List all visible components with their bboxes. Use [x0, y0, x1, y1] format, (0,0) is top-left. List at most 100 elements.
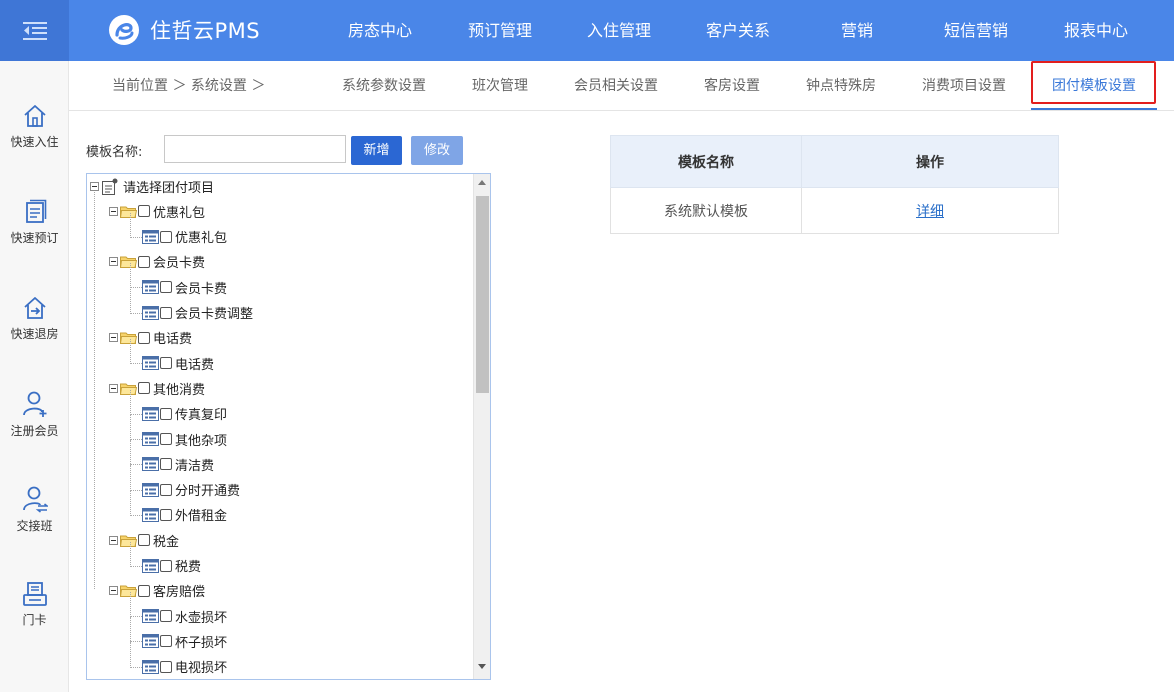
- tree-connector-line: [130, 464, 142, 466]
- add-button[interactable]: 新增: [351, 136, 402, 165]
- tree-item-label[interactable]: 会员卡费: [175, 278, 227, 297]
- tree-checkbox[interactable]: [138, 382, 150, 395]
- tree-leaf-item[interactable]: 其他杂项: [142, 429, 227, 449]
- nav-reports[interactable]: 报表中心: [1064, 0, 1128, 61]
- tree-leaf-item[interactable]: 传真复印: [142, 404, 227, 424]
- tree-group-item[interactable]: 电话费: [109, 328, 192, 348]
- tree-leaf-item[interactable]: 税费: [142, 556, 201, 576]
- tree-checkbox[interactable]: [138, 584, 150, 597]
- tree-checkbox[interactable]: [160, 433, 172, 445]
- tree-checkbox[interactable]: [160, 458, 172, 471]
- tree-item-label[interactable]: 优惠礼包: [153, 202, 205, 221]
- tree-item-label[interactable]: 其他消费: [153, 379, 205, 398]
- tree-leaf-item[interactable]: 优惠礼包: [142, 227, 227, 247]
- edit-button[interactable]: 修改: [411, 136, 463, 165]
- tree-group-item[interactable]: 税金: [109, 530, 179, 550]
- sidebar-item-shift-handover[interactable]: 交接班: [0, 485, 69, 565]
- tree-item-label[interactable]: 客房赔偿: [153, 581, 205, 600]
- collapse-toggle-icon[interactable]: [109, 383, 118, 393]
- tree-item-label[interactable]: 清洁费: [175, 455, 214, 474]
- tree-item-label[interactable]: 电话费: [153, 328, 192, 347]
- tree-connector-line: [130, 489, 142, 491]
- collapse-toggle-icon[interactable]: [109, 535, 118, 545]
- sidebar-item-quick-checkout[interactable]: 快速退房: [0, 295, 69, 375]
- collapse-toggle-icon[interactable]: [109, 257, 118, 267]
- tree-leaf-item[interactable]: 杯子损坏: [142, 631, 227, 651]
- tree-checkbox[interactable]: [160, 559, 172, 572]
- tree-item-label[interactable]: 优惠礼包: [175, 227, 227, 246]
- tree-leaf-item[interactable]: 清洁费: [142, 454, 214, 474]
- tree-item-label[interactable]: 其他杂项: [175, 430, 227, 449]
- tab-member-settings[interactable]: 会员相关设置: [574, 61, 658, 111]
- tree-item-label[interactable]: 会员卡费: [153, 252, 205, 271]
- tree-item-label[interactable]: 税费: [175, 556, 201, 575]
- nav-customer[interactable]: 客户关系: [706, 0, 770, 61]
- sidebar-item-label: 快速预订: [10, 231, 59, 245]
- tree-item-label[interactable]: 电视损坏: [175, 657, 227, 676]
- tree-item-label[interactable]: 外借租金: [175, 505, 227, 524]
- collapse-toggle-icon[interactable]: [90, 181, 99, 191]
- user-swap-icon: [22, 486, 48, 513]
- tree-group-item[interactable]: 优惠礼包: [109, 201, 205, 221]
- sidebar-item-register-member[interactable]: 注册会员: [0, 390, 69, 470]
- tree-group-item[interactable]: 客房赔偿: [109, 581, 205, 601]
- tree-checkbox[interactable]: [160, 407, 172, 420]
- tree-checkbox[interactable]: [160, 660, 172, 673]
- tab-shift-management[interactable]: 班次管理: [472, 61, 528, 111]
- tree-leaf-item[interactable]: 会员卡费: [142, 277, 227, 297]
- tree-checkbox[interactable]: [160, 483, 172, 496]
- tree-item-label[interactable]: 分时开通费: [175, 480, 240, 499]
- tree-checkbox[interactable]: [160, 357, 172, 370]
- scroll-thumb[interactable]: [476, 196, 489, 393]
- nav-sms-marketing[interactable]: 短信营销: [944, 0, 1008, 61]
- tree-leaf-item[interactable]: 水壶损坏: [142, 606, 227, 626]
- tab-room-settings[interactable]: 客房设置: [704, 61, 760, 111]
- tree-group-item[interactable]: 其他消费: [109, 378, 205, 398]
- breadcrumb: 当前位置 ＞ 系统设置 ＞: [112, 78, 266, 94]
- tree-leaf-item[interactable]: 会员卡费调整: [142, 303, 253, 323]
- tree-item-label[interactable]: 传真复印: [175, 404, 227, 423]
- tree-group-item[interactable]: 会员卡费: [109, 252, 205, 272]
- tree-item-label[interactable]: 请选择团付项目: [123, 177, 214, 196]
- tree-leaf-item[interactable]: 分时开通费: [142, 480, 240, 500]
- collapse-toggle-icon[interactable]: [109, 206, 118, 216]
- brand-logo[interactable]: 住哲云PMS: [108, 14, 260, 46]
- sidebar-item-quick-reserve[interactable]: 快速预订: [0, 199, 69, 279]
- nav-reservation[interactable]: 预订管理: [468, 0, 532, 61]
- sidebar-item-quick-checkin[interactable]: 快速入住: [0, 103, 69, 183]
- tree-item-label[interactable]: 会员卡费调整: [175, 303, 253, 322]
- scroll-down-arrow-icon[interactable]: [478, 664, 486, 669]
- detail-link[interactable]: 详细: [916, 204, 944, 220]
- tree-item-label[interactable]: 电话费: [175, 354, 214, 373]
- tree-leaf-item[interactable]: 电话费: [142, 353, 214, 373]
- tree-checkbox[interactable]: [160, 610, 172, 623]
- tree-checkbox[interactable]: [160, 281, 172, 294]
- tree-item-label[interactable]: 税金: [153, 531, 179, 550]
- tree-checkbox[interactable]: [160, 508, 172, 521]
- tree-leaf-item[interactable]: 外借租金: [142, 505, 227, 525]
- tree-checkbox[interactable]: [160, 635, 172, 648]
- tree-leaf-item[interactable]: 电视损坏: [142, 657, 227, 677]
- tree-checkbox[interactable]: [138, 331, 150, 344]
- tree-scrollbar[interactable]: [473, 174, 490, 679]
- nav-room-status[interactable]: 房态中心: [348, 0, 412, 61]
- tree-item-label[interactable]: 杯子损坏: [175, 632, 227, 651]
- template-name-input[interactable]: [164, 135, 346, 163]
- tab-hourly-rooms[interactable]: 钟点特殊房: [806, 61, 876, 111]
- tree-checkbox[interactable]: [160, 230, 172, 243]
- sidebar-item-door-card[interactable]: 门卡: [0, 581, 69, 661]
- menu-toggle-button[interactable]: [0, 0, 69, 61]
- tree-checkbox[interactable]: [138, 205, 150, 218]
- tree-root[interactable]: 请选择团付项目: [90, 176, 214, 196]
- nav-marketing[interactable]: 营销: [841, 0, 873, 61]
- tree-checkbox[interactable]: [138, 534, 150, 547]
- collapse-toggle-icon[interactable]: [109, 586, 118, 596]
- tab-system-params[interactable]: 系统参数设置: [342, 61, 426, 111]
- tree-item-label[interactable]: 水壶损坏: [175, 607, 227, 626]
- nav-checkin[interactable]: 入住管理: [587, 0, 651, 61]
- tree-checkbox[interactable]: [138, 255, 150, 268]
- tab-consumption-items[interactable]: 消费项目设置: [922, 61, 1006, 111]
- collapse-toggle-icon[interactable]: [109, 333, 118, 343]
- scroll-up-arrow-icon[interactable]: [478, 180, 486, 185]
- tree-checkbox[interactable]: [160, 306, 172, 319]
